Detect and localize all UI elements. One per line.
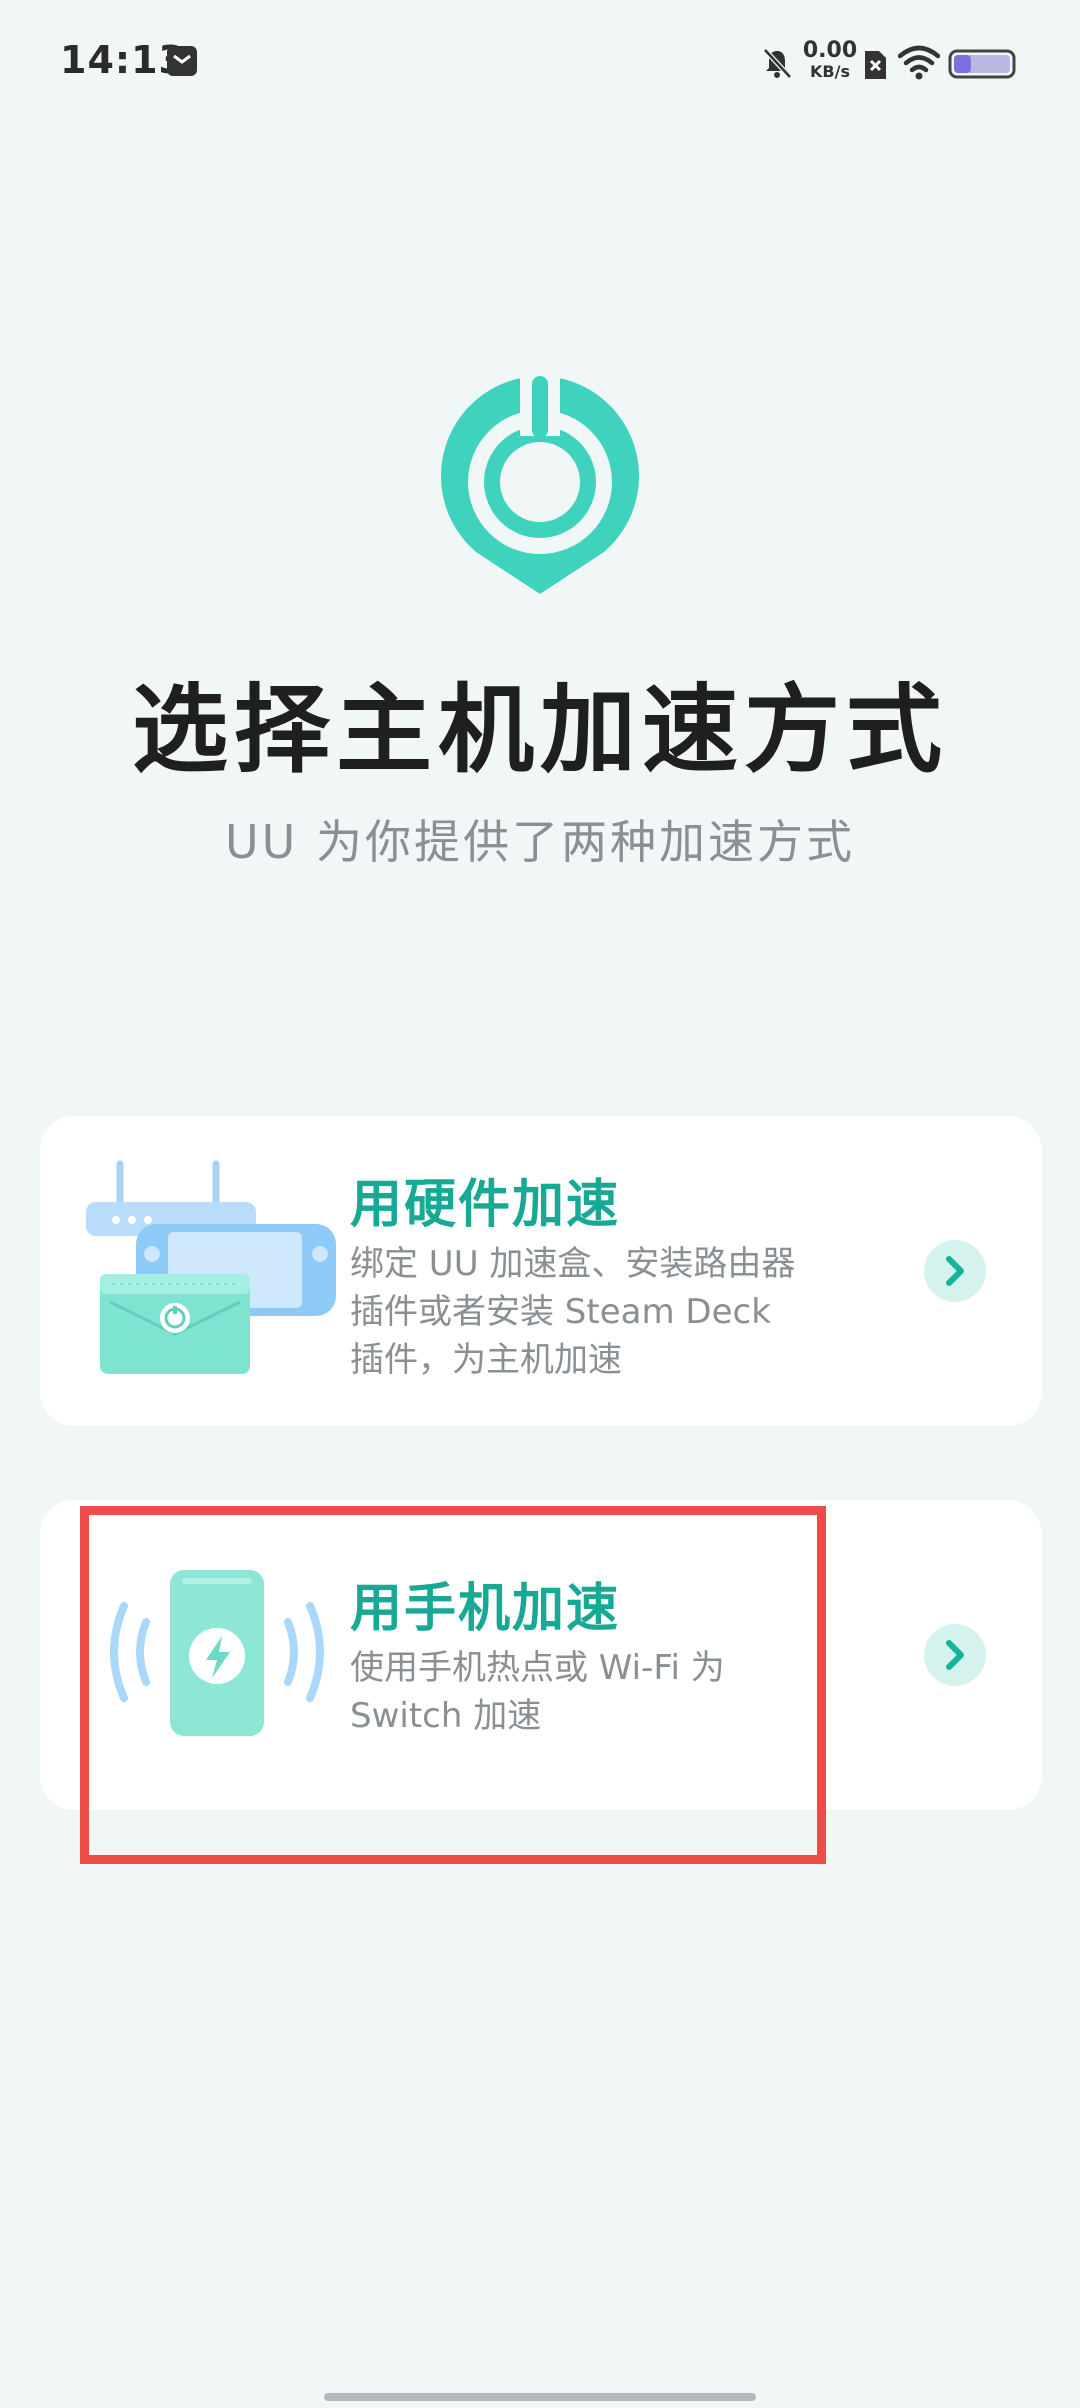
- phone-option-arrow-button[interactable]: [924, 1624, 986, 1686]
- hardware-desc-line: 绑定 UU 加速盒、安装路由器: [350, 1244, 796, 1284]
- network-speed-unit: KB/s: [810, 62, 850, 81]
- hardware-option-description: 绑定 UU 加速盒、安装路由器 插件或者安装 Steam Deck 插件，为主机…: [350, 1240, 870, 1384]
- uu-logo-icon: [440, 376, 640, 594]
- battery-icon: [948, 49, 1016, 79]
- wifi-icon: [898, 45, 940, 80]
- chevron-right-icon: [946, 1640, 964, 1670]
- hardware-desc-line: 插件或者安装 Steam Deck: [350, 1292, 771, 1332]
- network-speed: 0.00 KB/s: [800, 40, 860, 80]
- network-speed-value: 0.00: [802, 38, 858, 63]
- highlight-annotation-box: [80, 1506, 826, 1864]
- sim-icon: [865, 51, 886, 79]
- router-console-illustration: [86, 1160, 336, 1374]
- home-indicator[interactable]: [324, 2393, 756, 2401]
- notification-icon: [167, 46, 197, 76]
- hardware-acceleration-option[interactable]: 用硬件加速 绑定 UU 加速盒、安装路由器 插件或者安装 Steam Deck …: [40, 1116, 1042, 1426]
- hardware-option-arrow-button[interactable]: [924, 1240, 986, 1302]
- page-title: 选择主机加速方式: [132, 674, 948, 786]
- page-subtitle: UU 为你提供了两种加速方式: [225, 815, 855, 869]
- chevron-right-icon: [946, 1256, 964, 1286]
- mute-icon: [763, 48, 792, 79]
- hardware-desc-line: 插件，为主机加速: [350, 1340, 622, 1380]
- status-bar: 14:13 0.00 KB/s: [0, 0, 1080, 120]
- hardware-option-title: 用硬件加速: [350, 1175, 621, 1235]
